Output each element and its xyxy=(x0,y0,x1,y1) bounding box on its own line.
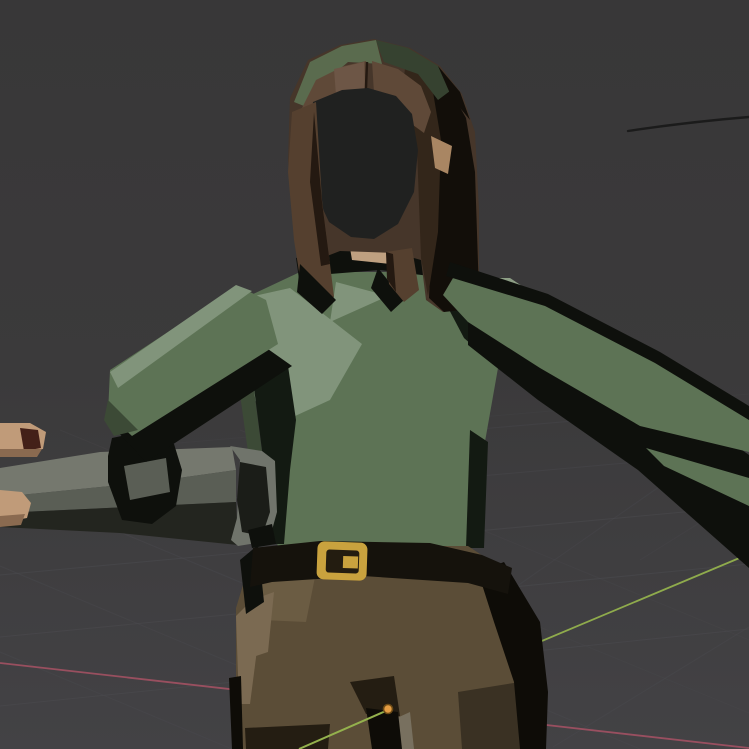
object-origin-point[interactable] xyxy=(384,705,393,714)
belt-buckle xyxy=(316,541,367,581)
viewport-3d[interactable] xyxy=(0,0,749,749)
finger-underside-shade xyxy=(0,449,42,457)
buckle-prong xyxy=(343,556,358,569)
bat-end-cap-face xyxy=(237,462,270,536)
left-leg-cuff xyxy=(245,724,330,749)
between-legs-gap xyxy=(366,708,402,749)
viewport-canvas[interactable] xyxy=(0,0,749,749)
